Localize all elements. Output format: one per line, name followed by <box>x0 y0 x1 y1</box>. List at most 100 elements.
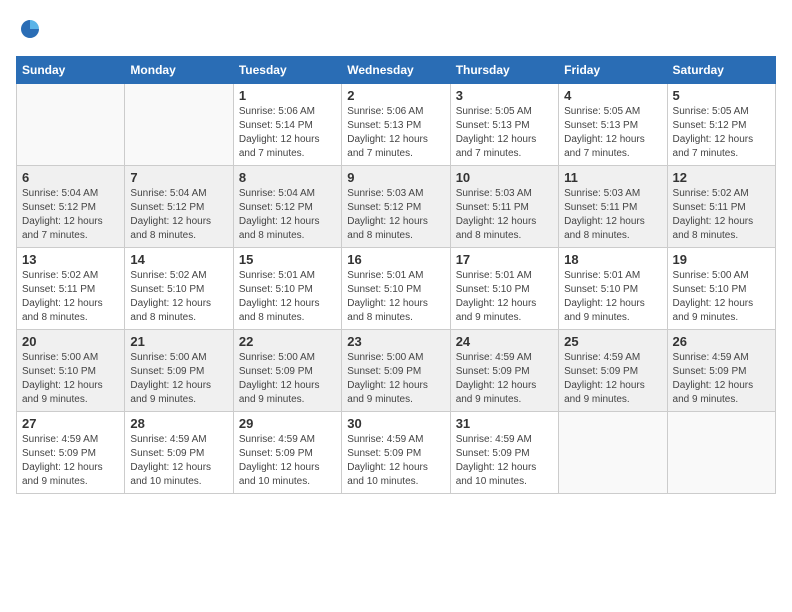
day-info: Sunrise: 5:04 AM Sunset: 5:12 PM Dayligh… <box>130 187 227 243</box>
day-number: 14 <box>130 252 227 267</box>
day-info: Sunrise: 5:05 AM Sunset: 5:13 PM Dayligh… <box>564 105 661 161</box>
calendar-day-cell: 8 Sunrise: 5:04 AM Sunset: 5:12 PM Daylig… <box>233 166 341 248</box>
day-number: 24 <box>456 334 553 349</box>
day-info: Sunrise: 5:05 AM Sunset: 5:13 PM Dayligh… <box>456 105 553 161</box>
header <box>16 16 776 44</box>
weekday-header: Friday <box>559 57 667 84</box>
calendar-week-row: 13 Sunrise: 5:02 AM Sunset: 5:11 PM Dayli… <box>17 248 776 330</box>
calendar-day-cell: 23 Sunrise: 5:00 AM Sunset: 5:09 PM Dayli… <box>342 330 450 412</box>
day-number: 21 <box>130 334 227 349</box>
day-info: Sunrise: 5:00 AM Sunset: 5:09 PM Dayligh… <box>239 351 336 407</box>
day-number: 26 <box>673 334 770 349</box>
day-info: Sunrise: 5:00 AM Sunset: 5:09 PM Dayligh… <box>347 351 444 407</box>
calendar-day-cell: 3 Sunrise: 5:05 AM Sunset: 5:13 PM Daylig… <box>450 84 558 166</box>
calendar-day-cell: 5 Sunrise: 5:05 AM Sunset: 5:12 PM Daylig… <box>667 84 775 166</box>
calendar-day-cell <box>125 84 233 166</box>
day-number: 15 <box>239 252 336 267</box>
day-info: Sunrise: 5:06 AM Sunset: 5:13 PM Dayligh… <box>347 105 444 161</box>
calendar-day-cell: 22Sunrise: 5:00 AM Sunset: 5:09 PM Dayli… <box>233 330 341 412</box>
calendar-day-cell: 28Sunrise: 4:59 AM Sunset: 5:09 PM Dayli… <box>125 412 233 494</box>
day-info: Sunrise: 5:04 AM Sunset: 5:12 PM Dayligh… <box>239 187 336 243</box>
day-info: Sunrise: 5:00 AM Sunset: 5:09 PM Dayligh… <box>130 351 227 407</box>
calendar-table: SundayMondayTuesdayWednesdayThursdayFrid… <box>16 56 776 494</box>
day-number: 18 <box>564 252 661 267</box>
calendar-day-cell: 29 Sunrise: 4:59 AM Sunset: 5:09 PM Dayli… <box>233 412 341 494</box>
calendar-day-cell: 16 Sunrise: 5:01 AM Sunset: 5:10 PM Dayli… <box>342 248 450 330</box>
day-info: Sunrise: 5:02 AM Sunset: 5:10 PM Dayligh… <box>130 269 227 325</box>
day-number: 30 <box>347 416 444 431</box>
weekday-header: Tuesday <box>233 57 341 84</box>
calendar-day-cell: 21 Sunrise: 5:00 AM Sunset: 5:09 PM Dayli… <box>125 330 233 412</box>
logo-icon <box>16 16 44 44</box>
day-number: 27 <box>22 416 119 431</box>
weekday-header: Wednesday <box>342 57 450 84</box>
calendar-day-cell: 14 Sunrise: 5:02 AM Sunset: 5:10 PM Dayli… <box>125 248 233 330</box>
day-info: Sunrise: 4:59 AM Sunset: 5:09 PM Dayligh… <box>22 433 119 489</box>
day-number: 13 <box>22 252 119 267</box>
day-info: Sunrise: 4:59 AM Sunset: 5:09 PM Dayligh… <box>347 433 444 489</box>
day-info: Sunrise: 5:02 AM Sunset: 5:11 PM Dayligh… <box>673 187 770 243</box>
day-number: 5 <box>673 88 770 103</box>
day-number: 3 <box>456 88 553 103</box>
calendar-day-cell: 18Sunrise: 5:01 AM Sunset: 5:10 PM Dayli… <box>559 248 667 330</box>
day-number: 7 <box>130 170 227 185</box>
day-number: 11 <box>564 170 661 185</box>
day-number: 23 <box>347 334 444 349</box>
weekday-header: Thursday <box>450 57 558 84</box>
calendar-day-cell: 13 Sunrise: 5:02 AM Sunset: 5:11 PM Dayli… <box>17 248 125 330</box>
day-info: Sunrise: 4:59 AM Sunset: 5:09 PM Dayligh… <box>456 351 553 407</box>
calendar-day-cell: 31Sunrise: 4:59 AM Sunset: 5:09 PM Dayli… <box>450 412 558 494</box>
day-info: Sunrise: 5:01 AM Sunset: 5:10 PM Dayligh… <box>239 269 336 325</box>
day-info: Sunrise: 4:59 AM Sunset: 5:09 PM Dayligh… <box>456 433 553 489</box>
calendar-day-cell: 27 Sunrise: 4:59 AM Sunset: 5:09 PM Dayli… <box>17 412 125 494</box>
calendar-week-row: 20Sunrise: 5:00 AM Sunset: 5:10 PM Dayli… <box>17 330 776 412</box>
calendar-day-cell <box>559 412 667 494</box>
day-number: 2 <box>347 88 444 103</box>
day-number: 29 <box>239 416 336 431</box>
calendar-day-cell: 30 Sunrise: 4:59 AM Sunset: 5:09 PM Dayli… <box>342 412 450 494</box>
day-info: Sunrise: 5:01 AM Sunset: 5:10 PM Dayligh… <box>456 269 553 325</box>
calendar-day-cell: 17 Sunrise: 5:01 AM Sunset: 5:10 PM Dayli… <box>450 248 558 330</box>
day-number: 1 <box>239 88 336 103</box>
weekday-header: Monday <box>125 57 233 84</box>
day-number: 20 <box>22 334 119 349</box>
day-info: Sunrise: 5:03 AM Sunset: 5:11 PM Dayligh… <box>564 187 661 243</box>
calendar-day-cell: 25 Sunrise: 4:59 AM Sunset: 5:09 PM Dayli… <box>559 330 667 412</box>
calendar-week-row: 1 Sunrise: 5:06 AM Sunset: 5:14 PM Daylig… <box>17 84 776 166</box>
day-info: Sunrise: 4:59 AM Sunset: 5:09 PM Dayligh… <box>564 351 661 407</box>
calendar-day-cell: 2 Sunrise: 5:06 AM Sunset: 5:13 PM Daylig… <box>342 84 450 166</box>
calendar-day-cell: 24 Sunrise: 4:59 AM Sunset: 5:09 PM Dayli… <box>450 330 558 412</box>
header-row: SundayMondayTuesdayWednesdayThursdayFrid… <box>17 57 776 84</box>
day-info: Sunrise: 5:00 AM Sunset: 5:10 PM Dayligh… <box>673 269 770 325</box>
day-info: Sunrise: 5:02 AM Sunset: 5:11 PM Dayligh… <box>22 269 119 325</box>
calendar-day-cell: 19Sunrise: 5:00 AM Sunset: 5:10 PM Dayli… <box>667 248 775 330</box>
calendar-day-cell <box>17 84 125 166</box>
day-info: Sunrise: 5:01 AM Sunset: 5:10 PM Dayligh… <box>347 269 444 325</box>
day-info: Sunrise: 5:04 AM Sunset: 5:12 PM Dayligh… <box>22 187 119 243</box>
day-number: 8 <box>239 170 336 185</box>
calendar-day-cell: 6 Sunrise: 5:04 AM Sunset: 5:12 PM Daylig… <box>17 166 125 248</box>
calendar-week-row: 6 Sunrise: 5:04 AM Sunset: 5:12 PM Daylig… <box>17 166 776 248</box>
day-number: 25 <box>564 334 661 349</box>
day-number: 9 <box>347 170 444 185</box>
day-number: 6 <box>22 170 119 185</box>
weekday-header: Sunday <box>17 57 125 84</box>
calendar-day-cell: 26 Sunrise: 4:59 AM Sunset: 5:09 PM Dayli… <box>667 330 775 412</box>
day-info: Sunrise: 5:06 AM Sunset: 5:14 PM Dayligh… <box>239 105 336 161</box>
calendar-day-cell: 12 Sunrise: 5:02 AM Sunset: 5:11 PM Dayli… <box>667 166 775 248</box>
day-number: 17 <box>456 252 553 267</box>
calendar-day-cell: 15 Sunrise: 5:01 AM Sunset: 5:10 PM Dayli… <box>233 248 341 330</box>
day-info: Sunrise: 5:05 AM Sunset: 5:12 PM Dayligh… <box>673 105 770 161</box>
calendar-day-cell: 11 Sunrise: 5:03 AM Sunset: 5:11 PM Dayli… <box>559 166 667 248</box>
day-number: 4 <box>564 88 661 103</box>
day-info: Sunrise: 4:59 AM Sunset: 5:09 PM Dayligh… <box>239 433 336 489</box>
day-number: 16 <box>347 252 444 267</box>
calendar-day-cell: 20Sunrise: 5:00 AM Sunset: 5:10 PM Dayli… <box>17 330 125 412</box>
day-info: Sunrise: 4:59 AM Sunset: 5:09 PM Dayligh… <box>673 351 770 407</box>
day-number: 12 <box>673 170 770 185</box>
calendar-week-row: 27 Sunrise: 4:59 AM Sunset: 5:09 PM Dayli… <box>17 412 776 494</box>
weekday-header: Saturday <box>667 57 775 84</box>
day-info: Sunrise: 5:03 AM Sunset: 5:11 PM Dayligh… <box>456 187 553 243</box>
calendar-day-cell: 10Sunrise: 5:03 AM Sunset: 5:11 PM Dayli… <box>450 166 558 248</box>
day-info: Sunrise: 5:03 AM Sunset: 5:12 PM Dayligh… <box>347 187 444 243</box>
